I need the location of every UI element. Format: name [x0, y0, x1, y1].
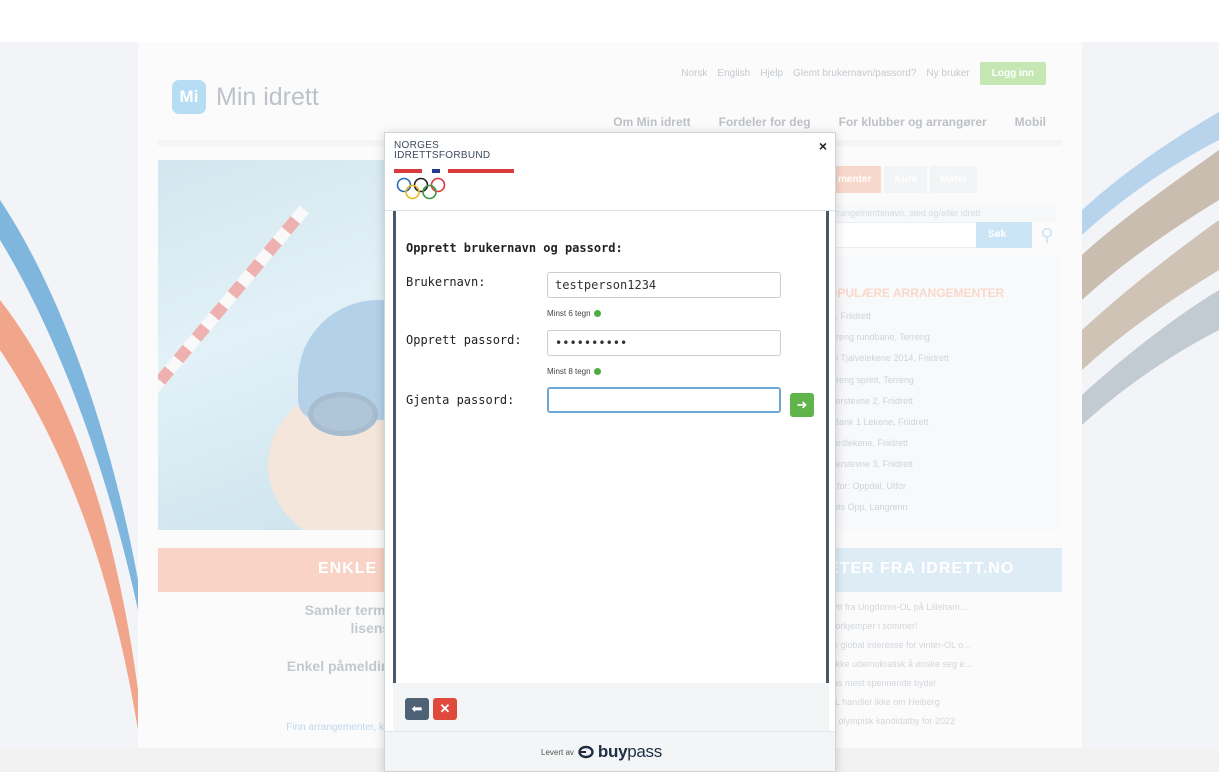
buypass-logo-icon: [578, 745, 594, 759]
password-hint: Minst 8 tegn: [547, 367, 601, 376]
nav-mobile[interactable]: Mobil: [1015, 115, 1046, 129]
olympic-rings-icon: [396, 177, 446, 200]
nav-benefits[interactable]: Fordeler for deg: [719, 115, 811, 129]
username-hint: Minst 6 tegn: [547, 309, 601, 318]
list-item[interactable]: r ikke udemokratisk å ønske seg e...: [828, 655, 972, 674]
nav-clubs[interactable]: For klubber og arrangører: [839, 115, 987, 129]
provider-name: buypass: [598, 742, 662, 762]
nav-about[interactable]: Om Min idrett: [613, 115, 690, 129]
lang-norsk-link[interactable]: Norsk: [681, 68, 707, 79]
logo-badge: Mi: [172, 80, 206, 114]
search-icon[interactable]: ⚲: [1034, 222, 1060, 248]
list-item[interactable]: gårdlekene, Friidrett: [828, 433, 949, 454]
popular-events-title: OPULÆRE ARRANGEMENTER: [828, 286, 1005, 300]
event-tabs: menter Kurs Møter: [828, 166, 978, 193]
username-label: Brukernavn:: [406, 275, 486, 289]
find-events-link[interactable]: Finn arrangementer, kurs: [158, 722, 398, 733]
dialog-body: Opprett brukernavn og passord: Brukernav…: [393, 211, 829, 731]
tab-courses[interactable]: Kurs: [884, 166, 928, 193]
list-item[interactable]: eBank 1 Lekene, Friidrett: [828, 412, 949, 433]
cancel-button[interactable]: ✕: [433, 698, 457, 720]
list-item[interactable]: erreng sprint, Terreng: [828, 370, 949, 391]
list-item[interactable]: de global interesse for vinter-OL o...: [828, 636, 972, 655]
next-arrow-button[interactable]: ➜: [790, 393, 814, 417]
pool-lane-rope: [158, 205, 309, 405]
min-idrett-logo[interactable]: Mi Min idrett: [172, 80, 319, 114]
list-item[interactable]: ..forkjemper i sommer!: [828, 617, 972, 636]
password-label: Opprett passord:: [406, 333, 522, 347]
feature-text-1: Samler termin: [304, 602, 398, 618]
popular-events-list: M, Friidrett erreng rundbane, Terreng no…: [828, 306, 949, 518]
lang-english-link[interactable]: English: [717, 68, 750, 79]
form-title: Opprett brukernavn og passord:: [406, 241, 623, 255]
search-hint: rrangementsnavn, sted og/eller idrett: [828, 204, 1056, 222]
valid-status-icon: [593, 310, 601, 317]
main-nav: Om Min idrett Fordeler for deg For klubb…: [613, 115, 1046, 129]
goggles: [308, 392, 378, 436]
feature-band-left: ENKLE: [158, 548, 398, 592]
create-account-dialog: NORGES IDRETTSFORBUND × Opprett brukerna…: [384, 132, 836, 772]
feature-text-2: lisense: [350, 620, 398, 636]
flag-stripes-icon: [394, 169, 514, 173]
login-button[interactable]: Logg inn: [979, 62, 1046, 85]
nif-logo: NORGES IDRETTSFORBUND: [394, 141, 514, 200]
list-item[interactable]: bas mest spennende bydel: [828, 674, 972, 693]
event-search-input[interactable]: [828, 222, 998, 248]
dialog-footer: Levert av buypass: [385, 731, 835, 771]
list-item[interactable]: nytt fra Ungdoms-OL på Lilleham...: [828, 598, 972, 617]
tab-meetings[interactable]: Møter: [930, 166, 978, 193]
dialog-header: NORGES IDRETTSFORBUND ×: [385, 133, 835, 211]
valid-status-icon: [593, 368, 601, 375]
back-arrow-button[interactable]: ⬅: [405, 698, 429, 720]
logo-text: Min idrett: [216, 82, 319, 111]
search-button[interactable]: Søk: [976, 222, 1032, 248]
list-item[interactable]: M, Friidrett: [828, 306, 949, 327]
password-hint-text: Minst 8 tegn: [547, 367, 591, 376]
password-input[interactable]: [547, 330, 781, 356]
tab-events[interactable]: menter: [828, 166, 882, 193]
repeat-password-label: Gjenta passord:: [406, 393, 515, 407]
feature-text-3: Enkel påmelding: [286, 658, 398, 674]
list-item[interactable]: bots Opp, Langrenn: [828, 497, 949, 518]
dialog-actions-area: [393, 683, 829, 731]
org-name-line2: IDRETTSFORBUND: [394, 150, 491, 161]
close-icon[interactable]: ×: [819, 138, 827, 154]
list-item[interactable]: merstevne 3, Friidrett: [828, 454, 949, 475]
forgot-credentials-link[interactable]: Glemt brukernavn/passord?: [793, 68, 916, 79]
list-item[interactable]: er olympisk kandidatby for 2022: [828, 712, 972, 731]
hero-image: [158, 160, 398, 530]
news-band: ETER FRA IDRETT.NO: [828, 548, 1062, 592]
new-user-link[interactable]: Ny bruker: [926, 68, 969, 79]
provider-name-bold: buy: [597, 742, 628, 761]
list-item[interactable]: OL handler ikke om Heiberg: [828, 693, 972, 712]
list-item[interactable]: Utfor: Oppdal, Utfor: [828, 476, 949, 497]
provider-credit: Levert av buypass: [541, 742, 662, 762]
provider-name-light: pass: [627, 742, 662, 761]
help-link[interactable]: Hjelp: [760, 68, 783, 79]
top-links-bar: Norsk English Hjelp Glemt brukernavn/pas…: [681, 62, 1046, 85]
list-item[interactable]: merstevne 2, Friidrett: [828, 391, 949, 412]
provider-prefix: Levert av: [541, 747, 574, 757]
list-item[interactable]: erreng rundbane, Terreng: [828, 327, 949, 348]
repeat-password-input[interactable]: [547, 387, 781, 413]
list-item[interactable]: no Tjalvelekene 2014, Friidrett: [828, 348, 949, 369]
username-hint-text: Minst 6 tegn: [547, 309, 591, 318]
username-input[interactable]: [547, 272, 781, 298]
news-list: nytt fra Ungdoms-OL på Lilleham... ..for…: [828, 598, 972, 731]
